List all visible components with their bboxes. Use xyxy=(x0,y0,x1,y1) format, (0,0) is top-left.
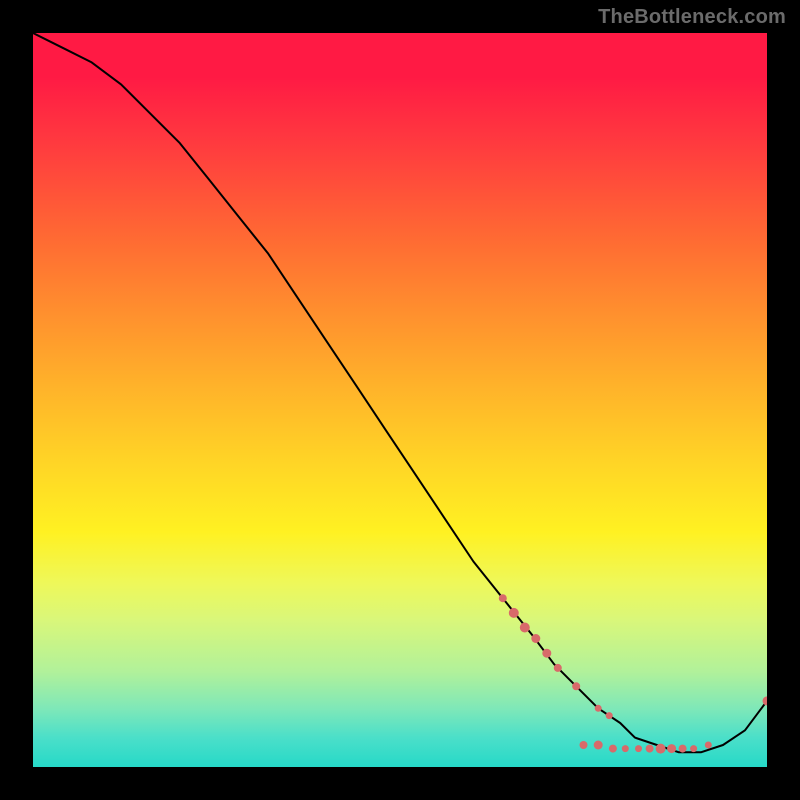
data-point xyxy=(595,705,602,712)
data-point xyxy=(705,742,712,749)
data-point xyxy=(635,745,642,752)
data-point xyxy=(542,649,551,658)
data-point xyxy=(572,682,580,690)
data-point xyxy=(499,594,507,602)
data-point xyxy=(580,741,588,749)
plot-area xyxy=(33,33,767,767)
data-point xyxy=(656,744,666,754)
data-point xyxy=(594,741,603,750)
data-point xyxy=(679,745,687,753)
data-point xyxy=(520,623,530,633)
data-point xyxy=(763,696,768,705)
data-point xyxy=(554,664,562,672)
chart-stage: TheBottleneck.com xyxy=(0,0,800,800)
data-point xyxy=(606,712,613,719)
chart-overlay xyxy=(33,33,767,767)
data-point xyxy=(667,744,676,753)
data-point xyxy=(609,745,617,753)
watermark-text: TheBottleneck.com xyxy=(598,6,786,29)
data-point xyxy=(509,608,519,618)
data-point xyxy=(690,745,697,752)
data-point xyxy=(531,634,540,643)
curve-line xyxy=(33,33,767,752)
data-points xyxy=(499,594,767,753)
data-point xyxy=(622,745,629,752)
data-point xyxy=(646,745,654,753)
